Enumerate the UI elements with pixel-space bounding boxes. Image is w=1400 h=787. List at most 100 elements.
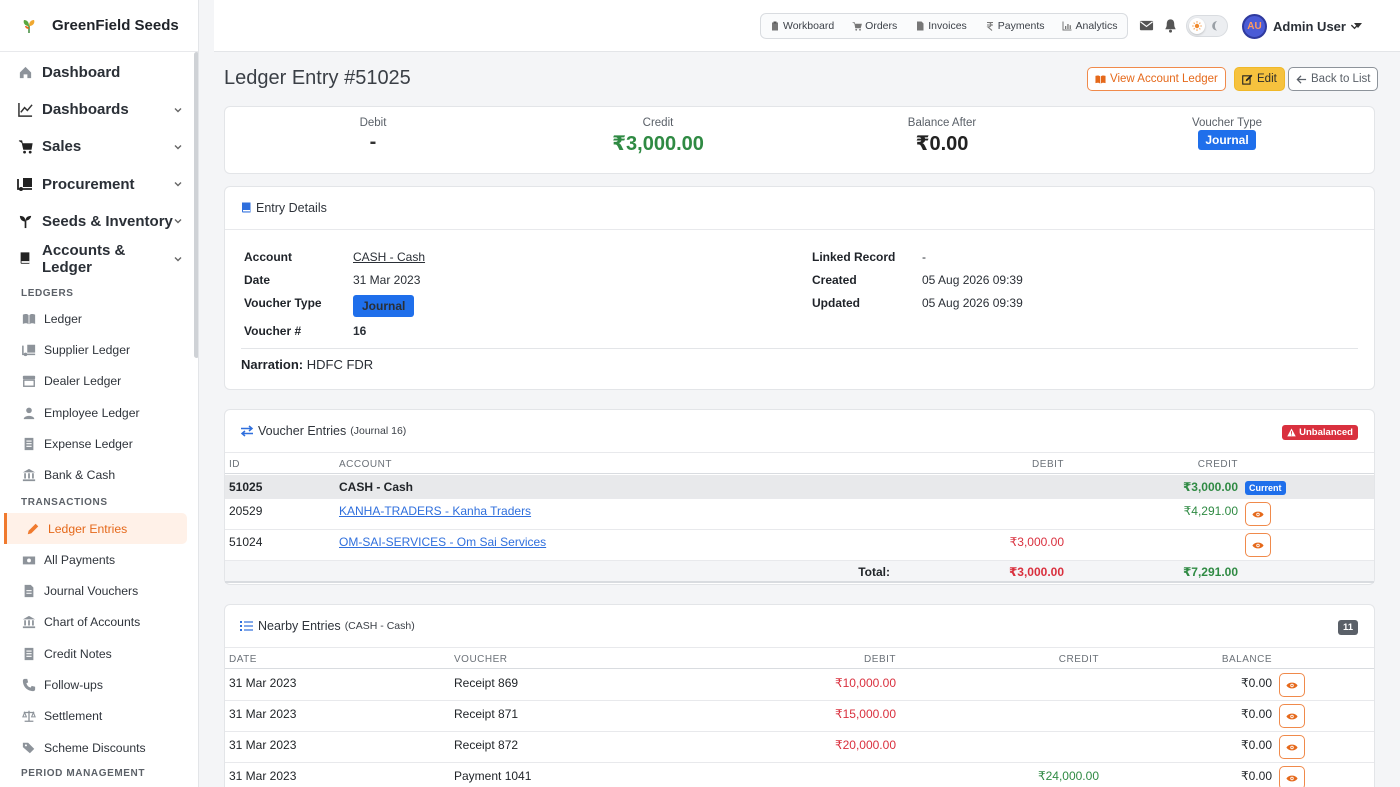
sidebar-item-employee-ledger[interactable]: Employee Ledger (0, 397, 198, 428)
sidebar-item-procurement[interactable]: Procurement (0, 166, 198, 203)
sidebar-item-settlement[interactable]: Settlement (0, 701, 198, 732)
sidebar-item-all-payments[interactable]: All Payments (0, 544, 198, 575)
card-title: Entry Details (256, 201, 327, 215)
cell-debit: ₹15,000.00 (834, 707, 896, 721)
sidebar-item-journal-vouchers[interactable]: Journal Vouchers (0, 576, 198, 607)
chart-icon (1062, 21, 1072, 31)
theme-toggle[interactable] (1186, 15, 1228, 37)
card-header: Voucher Entries (Journal 16) (225, 410, 1374, 453)
sidebar-item-dealer-ledger[interactable]: Dealer Ledger (0, 366, 198, 397)
edit-button[interactable]: Edit (1234, 67, 1285, 91)
eye-icon (1286, 713, 1298, 719)
avatar[interactable]: AU (1242, 14, 1267, 39)
account-link[interactable]: OM-SAI-SERVICES - Om Sai Services (339, 535, 546, 549)
summary-label: Debit (359, 117, 387, 129)
quick-nav: Workboard Orders Invoices Payments Analy… (760, 13, 1128, 39)
table-row[interactable]: 51025 CASH - Cash ₹3,000.00 Current (225, 475, 1374, 499)
sidebar-scrollbar[interactable] (194, 52, 198, 358)
quicknav-orders[interactable]: Orders (843, 14, 906, 38)
user-menu[interactable]: Admin User (1273, 19, 1359, 34)
sidebar-item-dashboards[interactable]: Dashboards (0, 91, 198, 128)
cell-balance: ₹0.00 (1241, 676, 1272, 690)
dropdown-caret-icon[interactable] (1354, 23, 1362, 28)
sidebar-item-ledger-entries[interactable]: Ledger Entries (4, 512, 187, 545)
detail-value: - (922, 250, 926, 264)
quicknav-label: Payments (997, 20, 1045, 32)
cell-voucher: Receipt 869 (454, 676, 519, 690)
bell-icon[interactable] (1163, 18, 1178, 33)
user-tie-icon (22, 406, 36, 420)
detail-value: 31 Mar 2023 (353, 273, 421, 287)
view-entry-button[interactable] (1279, 673, 1305, 697)
table-row[interactable]: 31 Mar 2023 Receipt 872 ₹20,000.00 ₹0.00 (225, 732, 1374, 763)
sidebar-item-seeds-inventory[interactable]: Seeds & Inventory (0, 203, 198, 240)
sidebar-item-dashboard[interactable]: Dashboard (0, 54, 198, 91)
view-entry-button[interactable] (1245, 533, 1271, 557)
sidebar-item-accounts-ledger[interactable]: Accounts & Ledger (0, 240, 198, 277)
topbar: Workboard Orders Invoices Payments Analy… (214, 0, 1400, 52)
sidebar-item-label: Settlement (44, 709, 103, 724)
table-header: ID ACCOUNT DEBIT CREDIT (225, 453, 1374, 474)
sidebar-item-chart-of-accounts[interactable]: Chart of Accounts (0, 607, 198, 638)
sidebar-item-label: Sales (42, 138, 82, 156)
quicknav-payments[interactable]: Payments (976, 14, 1054, 38)
bank-icon (22, 468, 36, 482)
col-header-credit: CREDIT (1058, 654, 1099, 665)
table-row[interactable]: 51024 OM-SAI-SERVICES - Om Sai Services … (225, 530, 1374, 561)
bank-icon (22, 615, 36, 629)
cell-credit: ₹4,291.00 (1183, 504, 1238, 518)
sidebar-item-label: Follow-ups (44, 678, 103, 693)
receipt-icon (22, 647, 36, 661)
section-title-ledgers: LEDGERS (21, 287, 74, 299)
account-link[interactable]: CASH - Cash (353, 250, 425, 264)
sidebar: GreenField Seeds Dashboard Dashboards Sa… (0, 0, 199, 787)
brand[interactable]: GreenField Seeds (0, 0, 198, 52)
view-entry-button[interactable] (1279, 735, 1305, 759)
money-bill-icon (22, 553, 36, 567)
view-entry-button[interactable] (1279, 704, 1305, 728)
back-to-list-button[interactable]: Back to List (1288, 67, 1379, 91)
summary-label: Balance After (907, 117, 977, 129)
quicknav-analytics[interactable]: Analytics (1053, 14, 1126, 38)
view-account-ledger-button[interactable]: View Account Ledger (1087, 67, 1226, 91)
sidebar-item-follow-ups[interactable]: Follow-ups (0, 669, 198, 700)
detail-value: 16 (353, 324, 367, 338)
cell-id: 51025 (229, 480, 263, 494)
sidebar-item-supplier-ledger[interactable]: Supplier Ledger (0, 334, 198, 365)
eye-icon (1252, 542, 1264, 548)
pen-icon (26, 522, 40, 536)
table-header: DATE VOUCHER DEBIT CREDIT BALANCE (225, 648, 1374, 669)
cart-icon (852, 21, 863, 31)
total-label: Total: (858, 565, 890, 579)
section-title-period-management: PERIOD MANAGEMENT (21, 767, 146, 779)
envelope-icon[interactable] (1139, 18, 1154, 33)
table-row[interactable]: 20529 KANHA-TRADERS - Kanha Traders ₹4,2… (225, 499, 1374, 530)
sidebar-item-bank-cash[interactable]: Bank & Cash (0, 460, 198, 491)
col-header-balance: BALANCE (1221, 654, 1272, 665)
table-row[interactable]: 31 Mar 2023 Payment 1041 ₹24,000.00 ₹0.0… (225, 763, 1374, 787)
warning-icon (1287, 428, 1296, 437)
sidebar-item-sales[interactable]: Sales (0, 128, 198, 165)
store-icon (22, 374, 36, 388)
quicknav-label: Workboard (783, 20, 835, 32)
quicknav-workboard[interactable]: Workboard (761, 14, 843, 38)
view-entry-button[interactable] (1245, 502, 1271, 526)
detail-value: 05 Aug 2026 09:39 (922, 273, 1023, 287)
summary-credit: Credit ₹3,000.00 (538, 117, 778, 156)
summary-balance-after: Balance After ₹0.00 (822, 117, 1062, 156)
table-row[interactable]: 31 Mar 2023 Receipt 871 ₹15,000.00 ₹0.00 (225, 701, 1374, 732)
sidebar-item-credit-notes[interactable]: Credit Notes (0, 638, 198, 669)
list-icon (240, 620, 254, 632)
view-entry-button[interactable] (1279, 766, 1305, 787)
user-name: Admin User (1273, 19, 1346, 34)
sidebar-item-scheme-discounts[interactable]: Scheme Discounts (0, 732, 198, 763)
topbar-gap (199, 0, 214, 52)
file-icon (915, 21, 925, 31)
sidebar-item-label: Accounts & Ledger (42, 241, 126, 276)
table-row[interactable]: 31 Mar 2023 Receipt 869 ₹10,000.00 ₹0.00 (225, 670, 1374, 701)
sidebar-item-ledger[interactable]: Ledger (0, 303, 198, 334)
account-link[interactable]: KANHA-TRADERS - Kanha Traders (339, 504, 531, 518)
sidebar-item-expense-ledger[interactable]: Expense Ledger (0, 428, 198, 459)
quicknav-invoices[interactable]: Invoices (906, 14, 976, 38)
narration-label: Narration: (241, 357, 304, 372)
